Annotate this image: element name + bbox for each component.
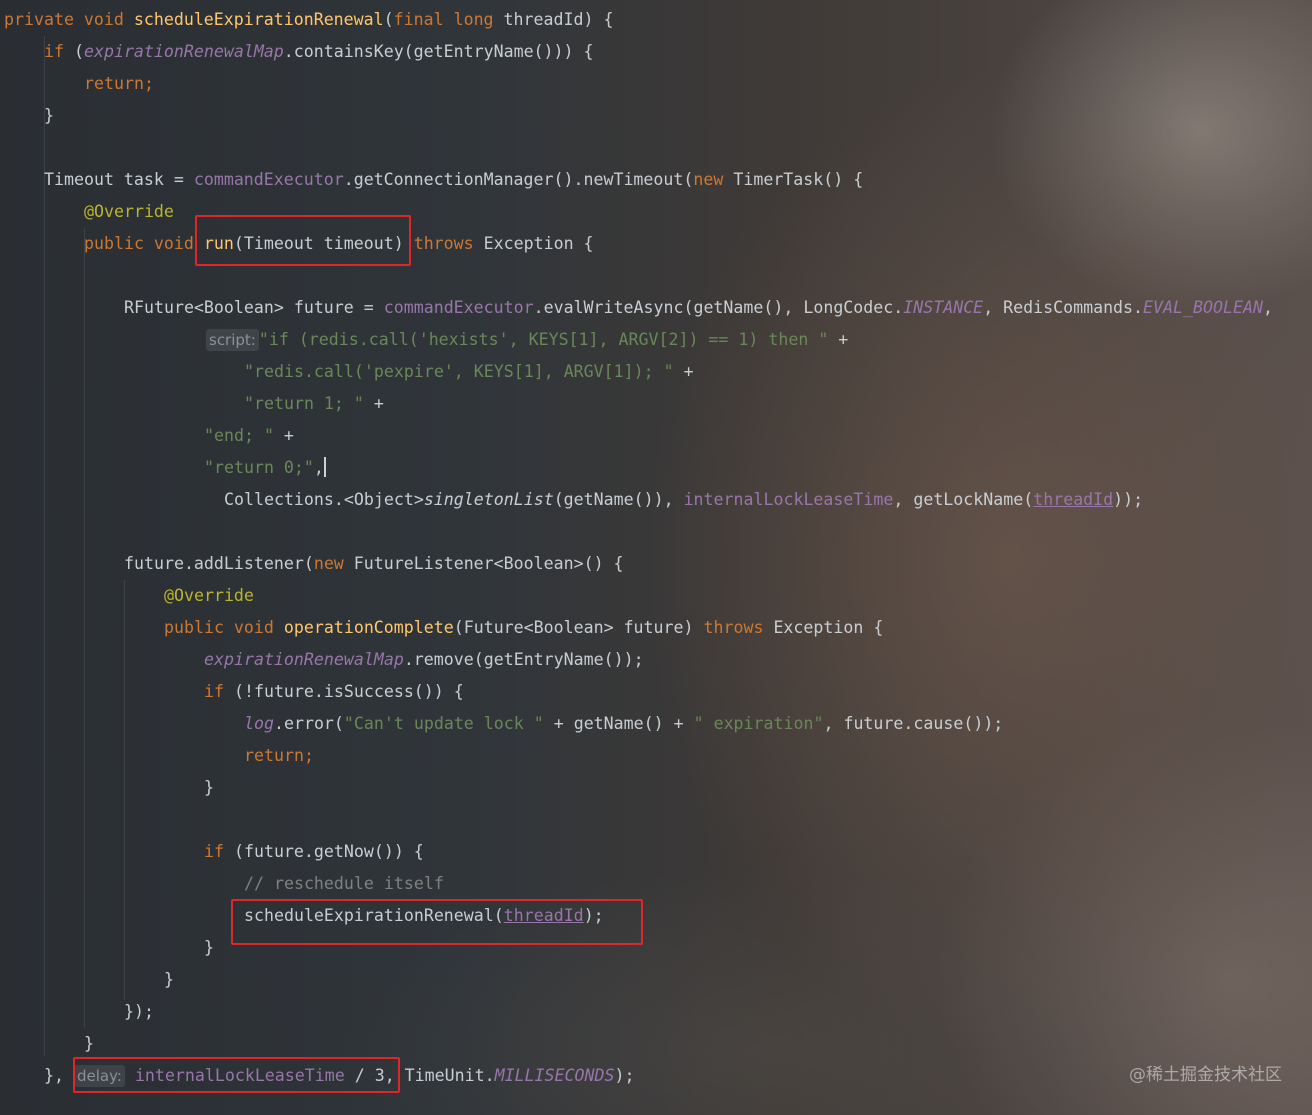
code-line-22: } bbox=[204, 778, 214, 797]
code-line-14: Collections.<Object>singletonList(getNam… bbox=[224, 490, 1144, 509]
code-editor[interactable]: private void scheduleExpirationRenewal(f… bbox=[0, 0, 1312, 1115]
code-line-27: } bbox=[164, 970, 174, 989]
code-line-23: if (future.getNow()) { bbox=[204, 842, 424, 861]
code-line-3: return; bbox=[84, 74, 154, 93]
code-line-1: private void scheduleExpirationRenewal(f… bbox=[4, 10, 614, 29]
code-line-5: Timeout task = commandExecutor.getConnec… bbox=[44, 170, 864, 189]
code-line-19: if (!future.isSuccess()) { bbox=[204, 682, 464, 701]
code-line-17: public void operationComplete(Future<Boo… bbox=[164, 618, 884, 637]
code-line-20: log.error("Can't update lock " + getName… bbox=[244, 714, 1004, 733]
code-line-2: if (expirationRenewalMap.containsKey(get… bbox=[44, 42, 594, 61]
code-line-16: @Override bbox=[164, 586, 254, 605]
code-line-12: "end; " + bbox=[204, 426, 294, 445]
code-line-24: // reschedule itself bbox=[244, 874, 444, 893]
code-line-26: } bbox=[204, 938, 214, 957]
highlight-box-recursive-call bbox=[231, 899, 643, 945]
code-line-9: script: "if (redis.call('hexists', KEYS[1… bbox=[206, 324, 848, 356]
highlight-box-delay bbox=[73, 1057, 400, 1093]
code-line-29: } bbox=[84, 1034, 94, 1053]
code-line-6: @Override bbox=[84, 202, 174, 221]
code-line-11: "return 1; " + bbox=[244, 394, 384, 413]
code-line-13: "return 0;", bbox=[204, 457, 326, 477]
code-line-21: return; bbox=[244, 746, 314, 765]
code-line-10: "redis.call('pexpire', KEYS[1], ARGV[1])… bbox=[244, 362, 694, 381]
highlight-box-run-method bbox=[195, 215, 411, 266]
code-line-15: future.addListener(new FutureListener<Bo… bbox=[124, 554, 624, 573]
text-cursor bbox=[323, 457, 326, 477]
param-hint-script: script: bbox=[206, 329, 259, 351]
watermark: @稀土掘金技术社区 bbox=[1129, 1065, 1282, 1085]
code-line-28: }); bbox=[124, 1002, 154, 1021]
code-line-18: expirationRenewalMap.remove(getEntryName… bbox=[204, 650, 644, 669]
code-line-4: } bbox=[44, 106, 54, 125]
code-line-8: RFuture<Boolean> future = commandExecuto… bbox=[124, 298, 1273, 317]
